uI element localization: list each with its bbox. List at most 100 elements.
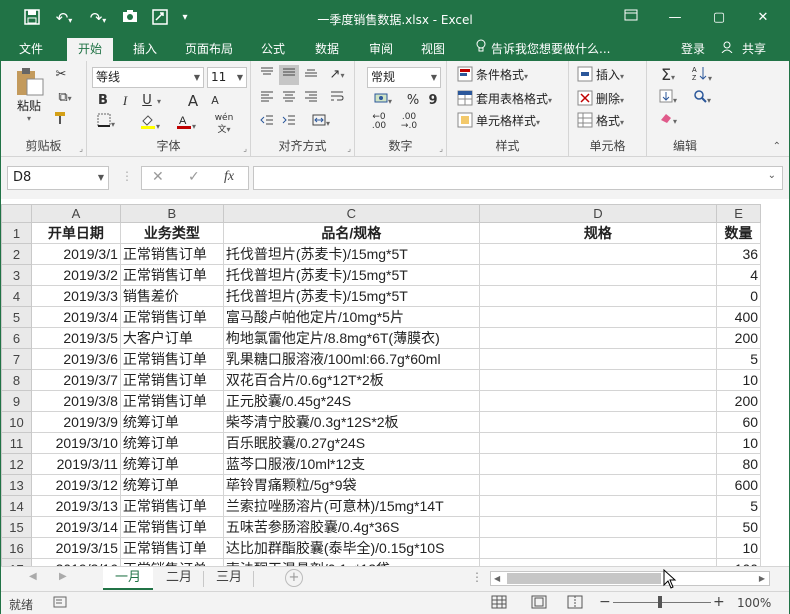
font-size-decrease-button[interactable]: A bbox=[205, 91, 225, 111]
cell-qty[interactable]: 0 bbox=[716, 285, 762, 307]
column-header[interactable]: C bbox=[222, 204, 480, 223]
enter-icon[interactable]: ✓ bbox=[188, 169, 200, 185]
cell-type[interactable]: 统筹订单 bbox=[119, 453, 224, 475]
row-header[interactable]: 14 bbox=[1, 495, 32, 517]
redo-icon[interactable]: ↷▾ bbox=[87, 9, 109, 27]
cell-spec[interactable] bbox=[478, 474, 718, 496]
tab-insert[interactable]: 插入 bbox=[123, 37, 167, 61]
merge-center-icon[interactable]: ▾ bbox=[307, 113, 335, 133]
cell-spec[interactable] bbox=[478, 495, 718, 517]
cell-type[interactable]: 正常销售订单 bbox=[119, 348, 224, 370]
cell-date[interactable]: 2019/3/9 bbox=[30, 411, 121, 433]
select-all-corner[interactable] bbox=[1, 204, 32, 223]
tab-file[interactable]: 文件 bbox=[9, 37, 53, 61]
cell-spec[interactable] bbox=[478, 243, 718, 265]
cell-spec[interactable] bbox=[478, 432, 718, 454]
row-header[interactable]: 1 bbox=[1, 222, 32, 244]
row-header[interactable]: 3 bbox=[1, 264, 32, 286]
cell-product[interactable]: 百乐眠胶囊/0.27g*24S bbox=[222, 432, 480, 454]
cell-product[interactable]: 托伐普坦片(苏麦卡)/15mg*5T bbox=[222, 285, 480, 307]
number-format-select[interactable]: 常规 ▼ bbox=[367, 67, 441, 88]
zoom-level[interactable]: 100% bbox=[737, 596, 771, 610]
add-sheet-button[interactable]: + bbox=[285, 569, 303, 587]
cell-date[interactable]: 2019/3/12 bbox=[30, 474, 121, 496]
italic-button[interactable]: I bbox=[115, 91, 135, 111]
comma-style-button[interactable]: 9 bbox=[423, 91, 443, 111]
conditional-format-button[interactable]: 条件格式▾ bbox=[457, 65, 528, 85]
align-top-icon[interactable] bbox=[257, 65, 277, 85]
cell-date[interactable]: 2019/3/1 bbox=[30, 243, 121, 265]
tab-page-layout[interactable]: 页面布局 bbox=[177, 37, 241, 61]
cell-qty[interactable]: 50 bbox=[716, 516, 762, 538]
sheet-tab-jan[interactable]: 一月 bbox=[103, 567, 153, 590]
column-header[interactable]: B bbox=[119, 204, 224, 223]
cell-header-type[interactable]: 业务类型 bbox=[119, 222, 224, 244]
cell-qty[interactable]: 200 bbox=[716, 327, 762, 349]
percent-button[interactable]: % bbox=[403, 91, 423, 111]
cell-spec[interactable] bbox=[478, 306, 718, 328]
normal-view-icon[interactable] bbox=[491, 595, 507, 612]
cell-type[interactable]: 统筹订单 bbox=[119, 432, 224, 454]
cell-type[interactable]: 正常销售订单 bbox=[119, 558, 224, 566]
row-header[interactable]: 11 bbox=[1, 432, 32, 454]
paste-button[interactable]: 粘贴 ▾ bbox=[9, 67, 49, 123]
form-icon[interactable] bbox=[151, 9, 169, 27]
zoom-in-button[interactable]: + bbox=[713, 594, 725, 610]
find-select-icon[interactable]: ▾ bbox=[687, 89, 717, 109]
cell-qty[interactable]: 10 bbox=[716, 432, 762, 454]
cell-product[interactable]: 乳果糖口服溶液/100ml:66.7g*60ml bbox=[222, 348, 480, 370]
expand-formula-bar-icon[interactable]: ⌄ bbox=[768, 170, 776, 181]
cell-date[interactable]: 2019/3/8 bbox=[30, 390, 121, 412]
cell-product[interactable]: 达比加群酯胶囊(泰毕全)/0.15g*10S bbox=[222, 537, 480, 559]
cell-date[interactable]: 2019/3/3 bbox=[30, 285, 121, 307]
cell-type[interactable]: 正常销售订单 bbox=[119, 369, 224, 391]
delete-cells-button[interactable]: 删除▾ bbox=[577, 89, 624, 109]
cell-product[interactable]: 托伐普坦片(苏麦卡)/15mg*5T bbox=[222, 264, 480, 286]
minimize-button[interactable]: — bbox=[655, 5, 695, 31]
cell-date[interactable]: 2019/3/13 bbox=[30, 495, 121, 517]
row-header[interactable]: 13 bbox=[1, 474, 32, 496]
cell-product[interactable]: 索法酮干混悬剂/0.1g*12袋 bbox=[222, 558, 480, 566]
cell-spec[interactable] bbox=[478, 264, 718, 286]
scrollbar-thumb[interactable] bbox=[507, 573, 661, 584]
cell-header-date[interactable]: 开单日期 bbox=[30, 222, 121, 244]
sheet-tab-feb[interactable]: 二月 bbox=[157, 567, 201, 590]
share-button[interactable]: 共享 bbox=[737, 37, 771, 61]
cell-product[interactable]: 双花百合片/0.6g*12T*2板 bbox=[222, 369, 480, 391]
cell-product[interactable]: 蓝芩口服液/10ml*12支 bbox=[222, 453, 480, 475]
cell-qty[interactable]: 5 bbox=[716, 495, 762, 517]
format-as-table-button[interactable]: 套用表格格式▾ bbox=[457, 89, 552, 109]
fill-icon[interactable]: ▾ bbox=[653, 89, 683, 109]
cell-date[interactable]: 2019/3/10 bbox=[30, 432, 121, 454]
cell-type[interactable]: 正常销售订单 bbox=[119, 537, 224, 559]
cell-product[interactable]: 富马酸卢帕他定片/10mg*5片 bbox=[222, 306, 480, 328]
cell-spec[interactable] bbox=[478, 327, 718, 349]
cell-qty[interactable]: 4 bbox=[716, 264, 762, 286]
row-header[interactable]: 17 bbox=[1, 558, 32, 566]
cell-header-product[interactable]: 品名/规格 bbox=[222, 222, 480, 244]
sort-filter-icon[interactable]: A Z ▾ bbox=[687, 65, 717, 85]
align-left-icon[interactable] bbox=[257, 89, 277, 109]
cell-qty[interactable]: 36 bbox=[716, 243, 762, 265]
align-middle-icon[interactable] bbox=[279, 65, 299, 85]
zoom-slider-thumb[interactable] bbox=[658, 596, 662, 608]
align-right-icon[interactable] bbox=[301, 89, 321, 109]
cell-date[interactable]: 2019/3/2 bbox=[30, 264, 121, 286]
row-header[interactable]: 7 bbox=[1, 348, 32, 370]
cell-type[interactable]: 大客户订单 bbox=[119, 327, 224, 349]
format-painter-icon[interactable] bbox=[51, 111, 71, 131]
dialog-launcher-icon[interactable]: ⌟ bbox=[439, 144, 443, 153]
cell-qty[interactable]: 10 bbox=[716, 537, 762, 559]
tell-me-input[interactable]: 告诉我您想要做什么... bbox=[491, 37, 613, 61]
customize-qat-icon[interactable]: ▾ bbox=[179, 9, 191, 27]
cell-spec[interactable] bbox=[478, 453, 718, 475]
camera-icon[interactable] bbox=[121, 9, 139, 27]
column-header[interactable]: A bbox=[30, 204, 121, 223]
cell-type[interactable]: 正常销售订单 bbox=[119, 306, 224, 328]
currency-icon[interactable]: ▾ bbox=[369, 91, 397, 111]
cell-spec[interactable] bbox=[478, 285, 718, 307]
cell-product[interactable]: 荜铃胃痛颗粒/5g*9袋 bbox=[222, 474, 480, 496]
cell-qty[interactable]: 80 bbox=[716, 453, 762, 475]
tab-home[interactable]: 开始 bbox=[67, 38, 113, 61]
cell-product[interactable]: 托伐普坦片(苏麦卡)/15mg*5T bbox=[222, 243, 480, 265]
